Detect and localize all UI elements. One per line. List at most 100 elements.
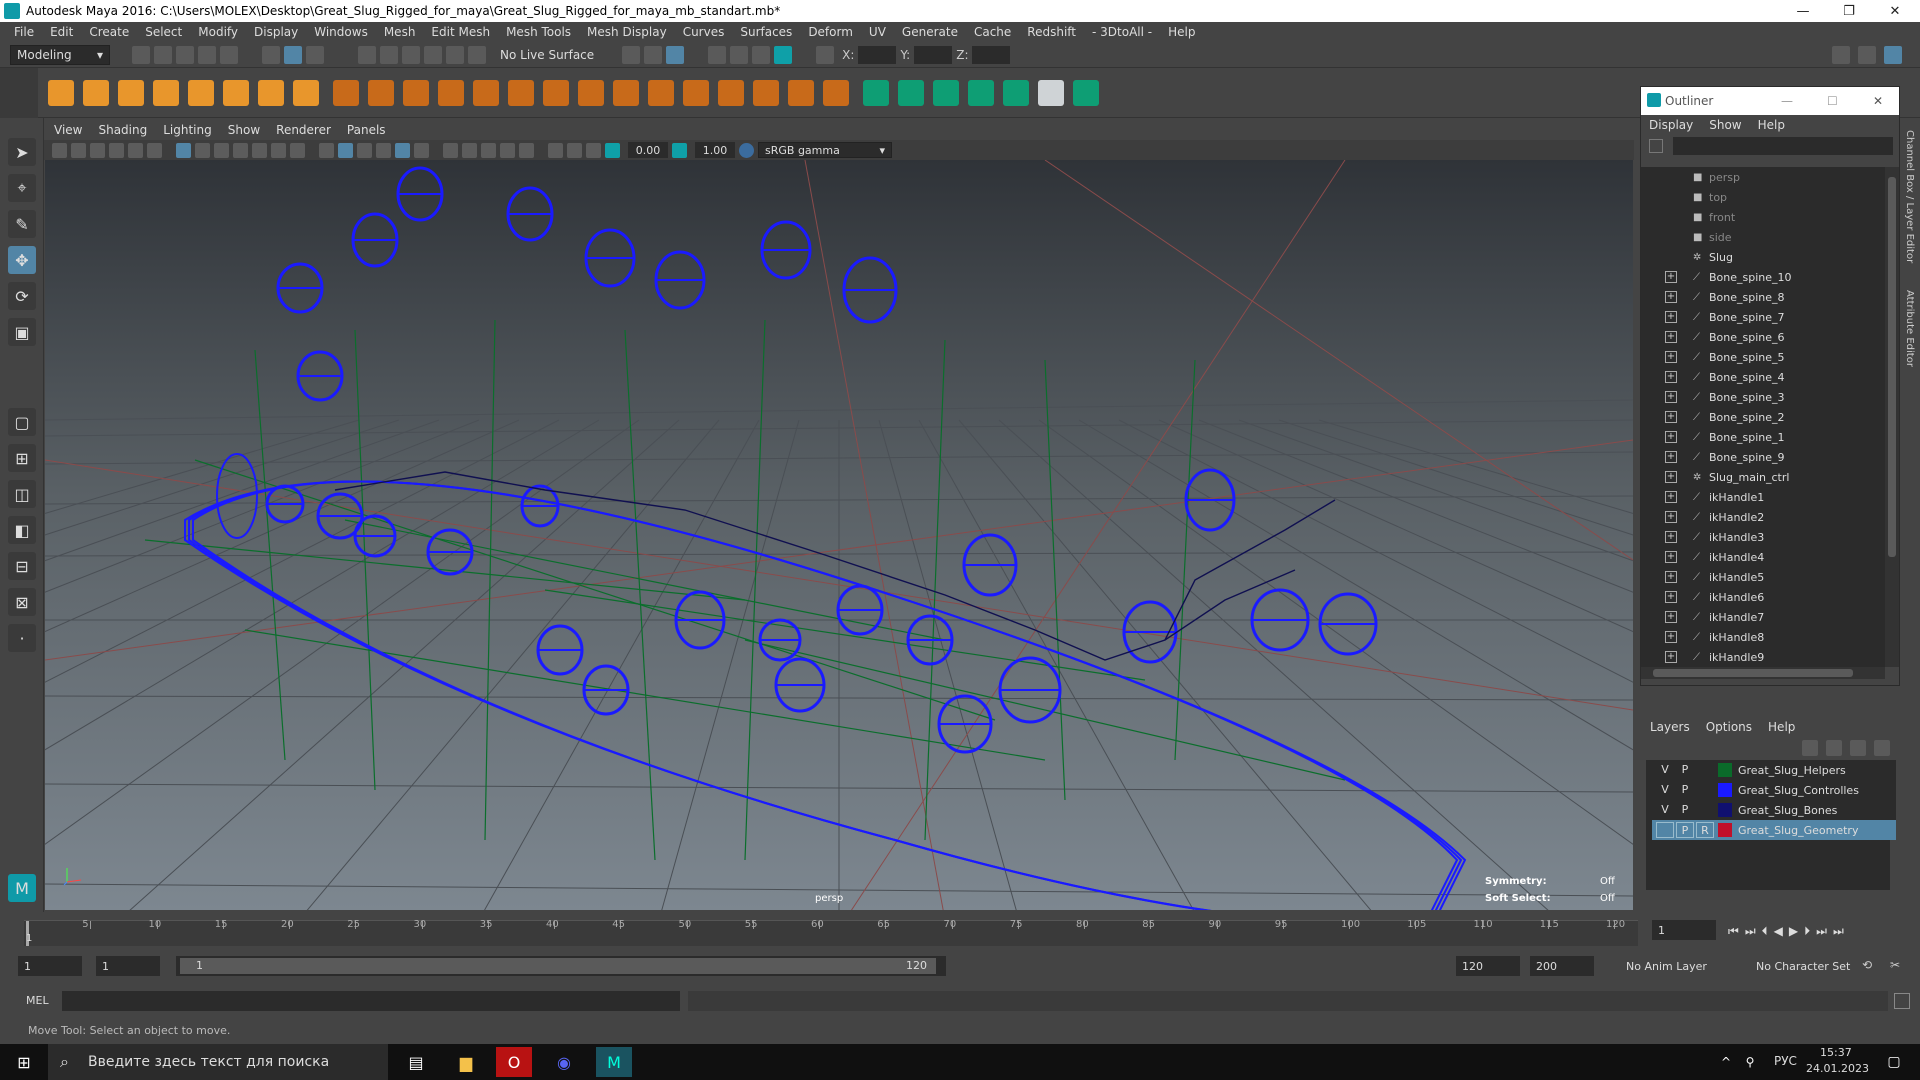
- expand-icon[interactable]: +: [1665, 371, 1677, 383]
- outliner-item[interactable]: + ⟋ ikHandle6: [1641, 587, 1885, 607]
- poly-cylinder-icon[interactable]: [118, 80, 144, 106]
- outliner-search-field[interactable]: [1673, 137, 1893, 155]
- expand-icon[interactable]: +: [1665, 591, 1677, 603]
- menu-uv[interactable]: UV: [869, 25, 886, 39]
- snap-grid-icon[interactable]: [358, 45, 376, 64]
- discord-icon[interactable]: ◉: [546, 1047, 582, 1077]
- language-indicator[interactable]: РУС: [1774, 1054, 1797, 1068]
- new-scene-icon[interactable]: [132, 45, 150, 64]
- expand-icon[interactable]: +: [1665, 511, 1677, 523]
- notifications-icon[interactable]: ▢: [1876, 1047, 1912, 1077]
- layer-playback-toggle[interactable]: P: [1676, 762, 1694, 778]
- menu-windows[interactable]: Windows: [314, 25, 368, 39]
- poly-torus-icon[interactable]: [223, 80, 249, 106]
- attribute-editor-tab[interactable]: Attribute Editor: [1904, 290, 1915, 400]
- expand-icon[interactable]: +: [1665, 651, 1677, 663]
- exposure-field[interactable]: 0.00: [628, 142, 668, 158]
- maya-taskbar-icon[interactable]: M: [596, 1047, 632, 1077]
- layer-menu-layers[interactable]: Layers: [1650, 720, 1690, 734]
- outliner-item[interactable]: + ⟋ Bone_spine_9: [1641, 447, 1885, 467]
- poly-sphere-icon[interactable]: [48, 80, 74, 106]
- outliner-item[interactable]: + ⟋ Bone_spine_1: [1641, 427, 1885, 447]
- toggle-panels-icon[interactable]: [1858, 46, 1876, 64]
- extrude-icon[interactable]: [578, 80, 604, 106]
- step-forward-key-icon[interactable]: ⏭: [1816, 924, 1827, 939]
- ipr-render-icon[interactable]: [752, 45, 771, 64]
- outliner-filter-icon[interactable]: [1649, 139, 1663, 153]
- save-scene-icon[interactable]: [176, 45, 194, 64]
- safe-title-icon[interactable]: [290, 142, 305, 158]
- expand-icon[interactable]: +: [1665, 391, 1677, 403]
- menu-file[interactable]: File: [14, 25, 34, 39]
- merge-icon[interactable]: [648, 80, 674, 106]
- expand-icon[interactable]: +: [1665, 531, 1677, 543]
- perspective-viewport[interactable]: persp Symmetry: Off Soft Select: Off: [45, 160, 1633, 910]
- panel-menu-shading[interactable]: Shading: [98, 123, 147, 137]
- snap-curve-icon[interactable]: [380, 45, 398, 64]
- redo-icon[interactable]: [220, 45, 238, 64]
- default-material-icon[interactable]: [357, 142, 372, 158]
- image-plane-icon[interactable]: [109, 142, 124, 158]
- channel-box-toggle-icon[interactable]: [1884, 46, 1902, 64]
- layer-row[interactable]: V P Great_Slug_Controlles: [1652, 780, 1896, 800]
- menu-select[interactable]: Select: [145, 25, 182, 39]
- playback-start-field[interactable]: 1: [96, 956, 160, 976]
- bridge-icon[interactable]: [543, 80, 569, 106]
- xray-icon[interactable]: [395, 142, 410, 158]
- paint-select-tool-icon[interactable]: ✎: [8, 210, 36, 238]
- bevel-icon[interactable]: [613, 80, 639, 106]
- expand-icon[interactable]: +: [1665, 331, 1677, 343]
- maximize-button[interactable]: ❐: [1826, 0, 1872, 22]
- outliner-minimize-button[interactable]: —: [1781, 94, 1793, 108]
- rotate-tool-icon[interactable]: ⟳: [8, 282, 36, 310]
- four-view-layout-icon[interactable]: ⊞: [8, 444, 36, 472]
- outliner-item[interactable]: + ⟋ Bone_spine_2: [1641, 407, 1885, 427]
- layer-color-swatch[interactable]: [1718, 823, 1732, 837]
- play-forward-icon[interactable]: ▶: [1789, 924, 1798, 939]
- snap-view-icon[interactable]: [424, 45, 442, 64]
- expand-icon[interactable]: +: [1665, 351, 1677, 363]
- menu-display[interactable]: Display: [254, 25, 298, 39]
- menu-deform[interactable]: Deform: [808, 25, 853, 39]
- render-settings-icon[interactable]: [708, 45, 727, 64]
- motion-blur-icon[interactable]: [500, 142, 515, 158]
- select-tool-icon[interactable]: ➤: [8, 138, 36, 166]
- persp-outliner-layout-icon[interactable]: ◧: [8, 516, 36, 544]
- uv-spherical-icon[interactable]: [933, 80, 959, 106]
- mirror-icon[interactable]: [508, 80, 534, 106]
- fill-hole-icon[interactable]: [683, 80, 709, 106]
- expand-icon[interactable]: +: [1665, 291, 1677, 303]
- outliner-menu-show[interactable]: Show: [1709, 118, 1741, 132]
- camera-select-icon[interactable]: [52, 142, 67, 158]
- clock-time[interactable]: 15:37: [1820, 1046, 1852, 1059]
- script-editor-icon[interactable]: [1894, 993, 1910, 1009]
- construction-history-icon[interactable]: [666, 45, 685, 64]
- playback-end-field[interactable]: 120: [1456, 956, 1520, 976]
- workspace-icon[interactable]: [1832, 46, 1850, 64]
- grid-toggle-icon[interactable]: [176, 142, 191, 158]
- exposure-icon[interactable]: [605, 142, 620, 158]
- select-object-icon[interactable]: [284, 45, 302, 64]
- resolution-gate-icon[interactable]: [214, 142, 229, 158]
- menu-surfaces[interactable]: Surfaces: [740, 25, 792, 39]
- channel-box-tab[interactable]: Channel Box / Layer Editor: [1904, 130, 1915, 280]
- uv-auto-icon[interactable]: [968, 80, 994, 106]
- expand-icon[interactable]: +: [1665, 431, 1677, 443]
- snap-live-icon[interactable]: [468, 45, 486, 64]
- play-backward-icon[interactable]: ◀: [1774, 924, 1783, 939]
- quad-draw-icon[interactable]: [823, 80, 849, 106]
- go-to-start-icon[interactable]: ⏮: [1728, 924, 1739, 939]
- outliner-item[interactable]: + ⟋ Bone_spine_4: [1641, 367, 1885, 387]
- frame-selected-icon[interactable]: [567, 142, 582, 158]
- isolate-select-icon[interactable]: [519, 142, 534, 158]
- safe-action-icon[interactable]: [271, 142, 286, 158]
- connect-icon[interactable]: [788, 80, 814, 106]
- layer-color-swatch[interactable]: [1718, 783, 1732, 797]
- layer-visibility-toggle[interactable]: V: [1656, 762, 1674, 778]
- new-empty-layer-icon[interactable]: [1850, 740, 1866, 756]
- outliner-item[interactable]: + ⟋ Bone_spine_8: [1641, 287, 1885, 307]
- extract-icon[interactable]: [403, 80, 429, 106]
- multi-cut-icon[interactable]: [718, 80, 744, 106]
- outliner-item[interactable]: + ⟋ ikHandle7: [1641, 607, 1885, 627]
- smooth-icon[interactable]: [438, 80, 464, 106]
